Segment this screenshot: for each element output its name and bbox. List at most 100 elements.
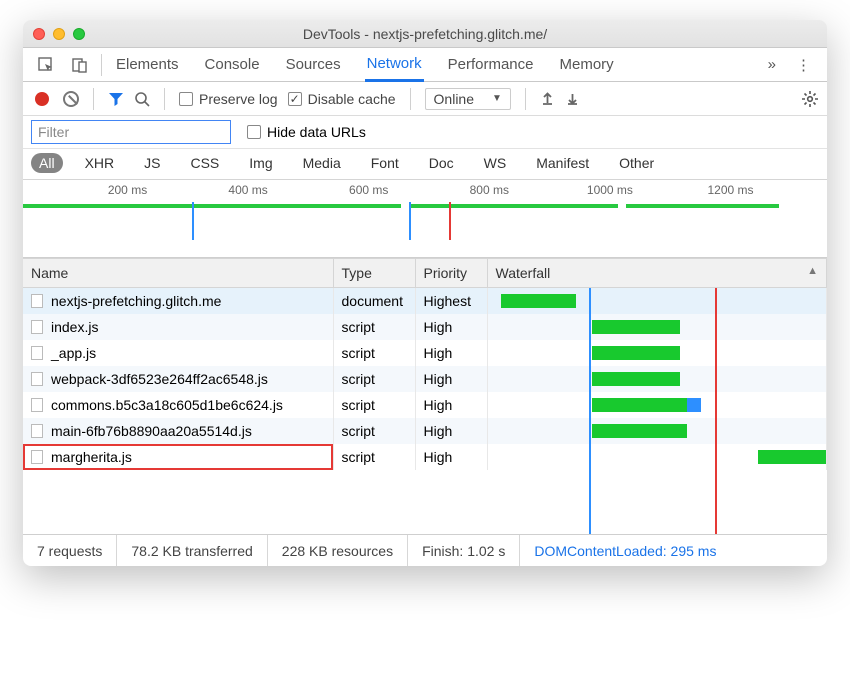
type-filter-media[interactable]: Media <box>295 153 349 173</box>
file-icon <box>31 320 43 334</box>
tab-network[interactable]: Network <box>365 48 424 82</box>
tab-performance[interactable]: Performance <box>446 48 536 82</box>
table-row[interactable]: _app.jsscriptHigh <box>23 340 827 366</box>
type-filter-other[interactable]: Other <box>611 153 662 173</box>
type-filter-img[interactable]: Img <box>241 153 280 173</box>
table-row[interactable]: nextjs-prefetching.glitch.me documentHigh… <box>23 288 827 314</box>
waterfall-bar <box>501 294 575 308</box>
request-name-cell[interactable]: nextjs-prefetching.glitch.me <box>23 288 333 314</box>
request-priority: Highest <box>415 288 487 314</box>
zoom-window-button[interactable] <box>73 28 85 40</box>
waterfall-bar <box>592 346 680 360</box>
file-icon <box>31 450 43 464</box>
col-type[interactable]: Type <box>333 259 415 288</box>
upload-har-icon[interactable] <box>540 91 555 106</box>
download-har-icon[interactable] <box>565 91 580 106</box>
waterfall-cell <box>487 366 827 392</box>
type-filter-doc[interactable]: Doc <box>421 153 462 173</box>
status-domcontentloaded: DOMContentLoaded: 295 ms <box>520 535 730 566</box>
tab-console[interactable]: Console <box>203 48 262 82</box>
devtools-window: DevTools - nextjs-prefetching.glitch.me/… <box>23 20 827 566</box>
more-tabs-icon[interactable]: » <box>758 56 786 73</box>
col-name[interactable]: Name <box>23 259 333 288</box>
close-window-button[interactable] <box>33 28 45 40</box>
request-name-cell[interactable]: _app.js <box>23 340 333 366</box>
file-icon <box>31 294 43 308</box>
request-type: document <box>333 288 415 314</box>
request-name: margherita.js <box>51 449 132 465</box>
tab-sources[interactable]: Sources <box>284 48 343 82</box>
type-filter-manifest[interactable]: Manifest <box>528 153 597 173</box>
filter-input[interactable]: Filter <box>31 120 231 144</box>
col-waterfall[interactable]: Waterfall▲ <box>487 259 827 288</box>
waterfall-cell <box>487 392 827 418</box>
timeline-tick: 400 ms <box>228 183 267 197</box>
disable-cache-checkbox[interactable]: Disable cache <box>288 91 396 107</box>
type-filter-ws[interactable]: WS <box>476 153 515 173</box>
table-row[interactable]: margherita.js scriptHigh <box>23 444 827 470</box>
status-bar: 7 requests 78.2 KB transferred 228 KB re… <box>23 534 827 566</box>
tab-memory[interactable]: Memory <box>558 48 616 82</box>
search-icon[interactable] <box>134 91 150 107</box>
request-type: script <box>333 314 415 340</box>
request-priority: High <box>415 418 487 444</box>
request-type: script <box>333 392 415 418</box>
overview-bar <box>409 204 618 208</box>
waterfall-cell <box>487 288 827 314</box>
overview-timeline[interactable]: 200 ms400 ms600 ms800 ms1000 ms1200 ms <box>23 180 827 258</box>
table-row[interactable]: main-6fb76b8890aa20a5514d.jsscriptHigh <box>23 418 827 444</box>
request-name-cell[interactable]: margherita.js <box>23 444 333 470</box>
inspect-icon[interactable] <box>29 56 63 74</box>
col-priority[interactable]: Priority <box>415 259 487 288</box>
request-name-cell[interactable]: webpack-3df6523e264ff2ac6548.js <box>23 366 333 392</box>
waterfall-cell <box>487 340 827 366</box>
request-priority: High <box>415 366 487 392</box>
file-icon <box>31 346 43 360</box>
request-type: script <box>333 340 415 366</box>
hide-data-urls-checkbox[interactable]: Hide data URLs <box>247 124 366 140</box>
timeline-tick: 200 ms <box>108 183 147 197</box>
table-row[interactable]: index.jsscriptHigh <box>23 314 827 340</box>
request-name: main-6fb76b8890aa20a5514d.js <box>51 423 252 439</box>
settings-icon[interactable] <box>801 90 819 108</box>
type-filter-xhr[interactable]: XHR <box>77 153 123 173</box>
request-priority: High <box>415 392 487 418</box>
type-filter-css[interactable]: CSS <box>182 153 227 173</box>
resource-type-filter: All XHR JS CSS Img Media Font Doc WS Manifest Othe… <box>23 149 827 180</box>
request-type: script <box>333 366 415 392</box>
status-resources: 228 KB resources <box>268 535 408 566</box>
request-type: script <box>333 444 415 470</box>
request-name-cell[interactable]: main-6fb76b8890aa20a5514d.js <box>23 418 333 444</box>
throttling-select[interactable]: Online ▼ <box>425 88 511 110</box>
timeline-tick: 800 ms <box>470 183 509 197</box>
filter-toggle-icon[interactable] <box>108 91 124 107</box>
type-filter-js[interactable]: JS <box>136 153 168 173</box>
kebab-menu-icon[interactable]: ⋮ <box>786 56 821 74</box>
request-name-cell[interactable]: index.js <box>23 314 333 340</box>
type-filter-all[interactable]: All <box>31 153 63 173</box>
table-row[interactable]: webpack-3df6523e264ff2ac6548.js scriptHig… <box>23 366 827 392</box>
waterfall-cell <box>487 314 827 340</box>
record-button[interactable] <box>35 92 49 106</box>
file-icon <box>31 398 43 412</box>
window-title: DevTools - nextjs-prefetching.glitch.me/ <box>23 26 827 42</box>
overview-bar <box>192 204 401 208</box>
tab-elements[interactable]: Elements <box>114 48 181 82</box>
request-priority: High <box>415 444 487 470</box>
file-icon <box>31 372 43 386</box>
request-name: webpack-3df6523e264ff2ac6548.js <box>51 371 268 387</box>
request-name-cell[interactable]: commons.b5c3a18c605d1be6c624.js <box>23 392 333 418</box>
waterfall-cell <box>487 444 827 470</box>
device-toggle-icon[interactable] <box>63 56 97 74</box>
type-filter-font[interactable]: Font <box>363 153 407 173</box>
request-name: _app.js <box>51 345 96 361</box>
request-name: nextjs-prefetching.glitch.me <box>51 293 221 309</box>
table-row[interactable]: commons.b5c3a18c605d1be6c624.jsscriptHig… <box>23 392 827 418</box>
file-icon <box>31 424 43 438</box>
minimize-window-button[interactable] <box>53 28 65 40</box>
clear-button[interactable] <box>63 91 79 107</box>
timeline-tick: 600 ms <box>349 183 388 197</box>
waterfall-cell <box>487 418 827 444</box>
preserve-log-checkbox[interactable]: Preserve log <box>179 91 278 107</box>
titlebar: DevTools - nextjs-prefetching.glitch.me/ <box>23 20 827 48</box>
